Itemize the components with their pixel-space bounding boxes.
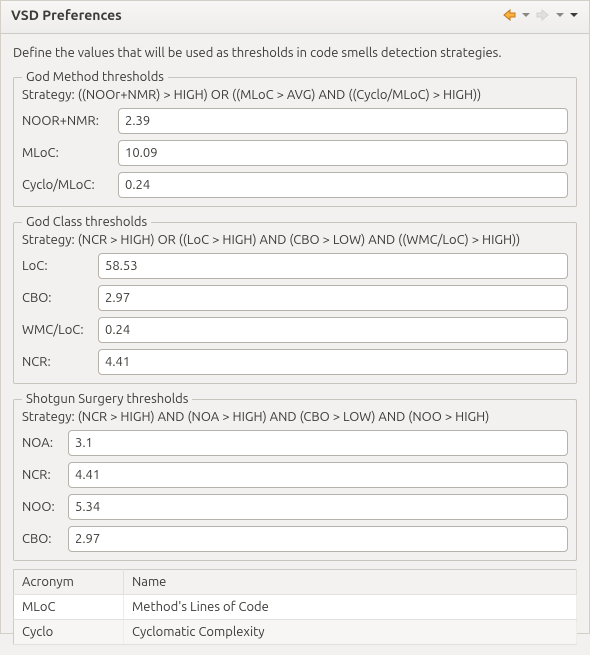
noornmr-input[interactable] [118, 108, 568, 134]
god-class-group: God Class thresholds Strategy: (NCR > HI… [13, 215, 577, 384]
cell-acronym: Cyclo [14, 620, 124, 645]
th-acronym[interactable]: Acronym [14, 570, 124, 595]
cbo2-row: CBO: [22, 526, 568, 552]
god-method-strategy: Strategy: ((NOOr+NMR) > HIGH) OR ((MLoC … [22, 88, 568, 102]
noo-row: NOO: [22, 494, 568, 520]
noo-input[interactable] [68, 494, 568, 520]
ncr-label: NCR: [22, 355, 92, 369]
mloc-label: MLoC: [22, 146, 112, 160]
nav-forward-icon [535, 8, 551, 22]
ncr2-input[interactable] [68, 462, 568, 488]
cyclomoc-label: Cyclo/MLoC: [22, 178, 112, 192]
god-class-strategy: Strategy: (NCR > HIGH) OR ((LoC > HIGH) … [22, 233, 568, 247]
content-area: Define the values that will be used as t… [1, 34, 589, 655]
ncr2-label: NCR: [22, 468, 62, 482]
noa-label: NOA: [22, 436, 62, 450]
noa-row: NOA: [22, 430, 568, 456]
noo-label: NOO: [22, 500, 62, 514]
wmcloc-label: WMC/LoC: [22, 323, 92, 337]
shotgun-legend: Shotgun Surgery thresholds [22, 392, 192, 406]
table-row[interactable]: Cyclo Cyclomatic Complexity [14, 620, 577, 645]
noornmr-label: NOOR+NMR: [22, 114, 112, 128]
god-method-legend: God Method thresholds [22, 70, 168, 84]
loc-label: LoC: [22, 259, 92, 273]
noornmr-row: NOOR+NMR: [22, 108, 568, 134]
nav-toolbar [501, 8, 579, 22]
ncr2-row: NCR: [22, 462, 568, 488]
cbo2-input[interactable] [68, 526, 568, 552]
shotgun-group: Shotgun Surgery thresholds Strategy: (NC… [13, 392, 577, 561]
cyclomoc-input[interactable] [118, 172, 568, 198]
view-menu-icon[interactable] [569, 10, 579, 20]
ncr-input[interactable] [98, 349, 568, 375]
ncr-row: NCR: [22, 349, 568, 375]
nav-back-icon[interactable] [501, 8, 517, 22]
cbo-row: CBO: [22, 285, 568, 311]
wmcloc-input[interactable] [98, 317, 568, 343]
cbo-label: CBO: [22, 291, 92, 305]
page-title: VSD Preferences [11, 7, 122, 23]
cbo2-label: CBO: [22, 532, 62, 546]
cell-acronym: MLoC [14, 595, 124, 620]
loc-input[interactable] [98, 253, 568, 279]
cell-name: Method's Lines of Code [124, 595, 577, 620]
cyclomoc-row: Cyclo/MLoC: [22, 172, 568, 198]
header-bar: VSD Preferences [1, 1, 589, 34]
mloc-row: MLoC: [22, 140, 568, 166]
mloc-input[interactable] [118, 140, 568, 166]
table-row[interactable]: MLoC Method's Lines of Code [14, 595, 577, 620]
god-method-group: God Method thresholds Strategy: ((NOOr+N… [13, 70, 577, 207]
intro-text: Define the values that will be used as t… [13, 46, 577, 60]
noa-input[interactable] [68, 430, 568, 456]
table-header-row: Acronym Name [14, 570, 577, 595]
god-class-legend: God Class thresholds [22, 215, 151, 229]
cell-name: Cyclomatic Complexity [124, 620, 577, 645]
nav-forward-menu-icon[interactable] [555, 10, 565, 20]
nav-back-menu-icon[interactable] [521, 10, 531, 20]
wmcloc-row: WMC/LoC: [22, 317, 568, 343]
shotgun-strategy: Strategy: (NCR > HIGH) AND (NOA > HIGH) … [22, 410, 568, 424]
th-name[interactable]: Name [124, 570, 577, 595]
loc-row: LoC: [22, 253, 568, 279]
cbo-input[interactable] [98, 285, 568, 311]
